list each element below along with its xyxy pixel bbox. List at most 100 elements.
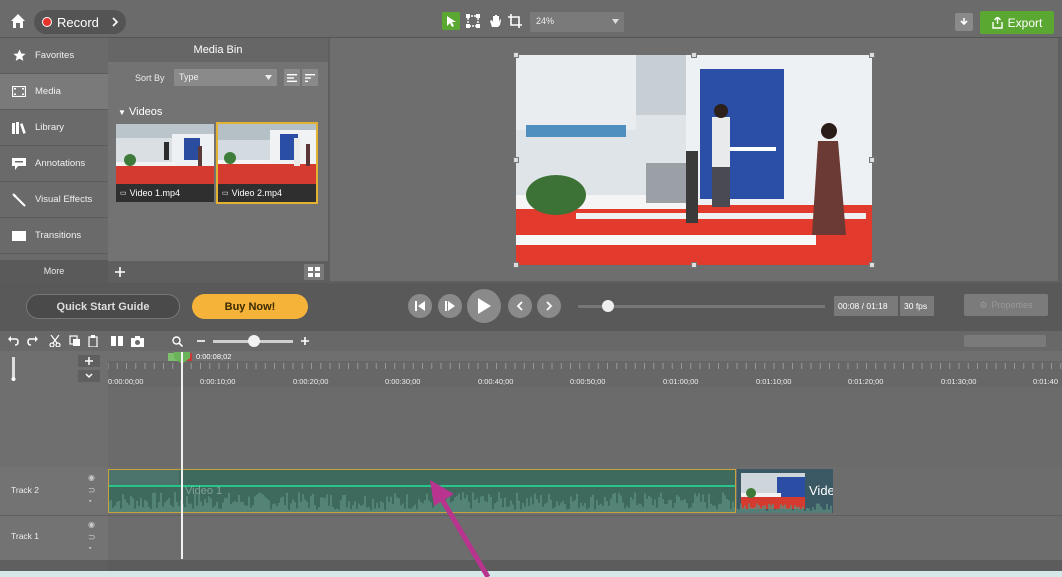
- tick-label: 0:00:00;00: [108, 377, 144, 386]
- star-icon: [11, 49, 27, 63]
- paste-icon[interactable]: [86, 334, 100, 348]
- lock-icon[interactable]: ⊃: [88, 485, 96, 496]
- track-2-header[interactable]: Track 2 ◉ ⊃ ▪: [0, 467, 108, 515]
- zoom-select[interactable]: 24%: [530, 12, 624, 32]
- media-clip-video-2[interactable]: ▭ Video 2.mp4: [216, 122, 318, 204]
- track-1-header[interactable]: Track 1 ◉ ⊃ ▪: [0, 516, 108, 560]
- buy-now-button[interactable]: Buy Now!: [192, 294, 308, 319]
- track-header-empty: [0, 387, 108, 467]
- film-icon: [11, 85, 27, 99]
- lock-icon[interactable]: ⊃: [88, 532, 96, 543]
- copy-icon[interactable]: [68, 334, 82, 348]
- clip-name: Video 2.mp4: [231, 188, 282, 198]
- add-track-button[interactable]: [78, 355, 100, 367]
- timeline-scroll-overview[interactable]: [964, 335, 1046, 347]
- more-button[interactable]: More: [0, 260, 108, 283]
- sidebar-item-annotations[interactable]: Annotations: [0, 146, 108, 182]
- solo-icon[interactable]: ▪: [89, 545, 91, 552]
- timeline-clip-video-2[interactable]: Vide: [737, 469, 833, 513]
- plus-icon: [85, 357, 93, 365]
- resize-handle[interactable]: [691, 262, 697, 268]
- film-icon: ▭: [120, 190, 127, 197]
- step-back-button[interactable]: [408, 294, 432, 318]
- resize-handle[interactable]: [513, 262, 519, 268]
- media-bin-title: Media Bin: [108, 38, 328, 62]
- annotation-arrow-icon: [430, 480, 491, 577]
- list-view-button[interactable]: [284, 69, 300, 86]
- resize-handle[interactable]: [691, 52, 697, 58]
- sidebar-item-media[interactable]: Media: [0, 74, 108, 110]
- tick-label: 0:01:10;00: [756, 377, 792, 386]
- pan-tool-button[interactable]: [486, 12, 504, 30]
- track-1-row[interactable]: [108, 516, 1062, 560]
- sidebar-item-label: Favorites: [35, 50, 75, 61]
- camera-icon[interactable]: [130, 334, 144, 348]
- resize-handle[interactable]: [869, 262, 875, 268]
- track-height-icon[interactable]: [10, 357, 22, 381]
- eye-icon[interactable]: ◉: [88, 520, 95, 529]
- quick-start-guide-button[interactable]: Quick Start Guide: [26, 294, 180, 319]
- media-clip-video-1[interactable]: ▭ Video 1.mp4: [116, 124, 214, 202]
- video-frame[interactable]: [516, 55, 872, 265]
- record-options-button[interactable]: [104, 10, 126, 34]
- scrubber-track[interactable]: [578, 305, 825, 308]
- track-options-button[interactable]: [78, 370, 100, 382]
- fps-display: 30 fps: [900, 296, 934, 316]
- sort-order-button[interactable]: [302, 69, 318, 86]
- sort-icon: [305, 73, 315, 82]
- export-button[interactable]: Export: [980, 11, 1054, 34]
- download-button[interactable]: [955, 13, 973, 31]
- video-thumbnail: [116, 124, 214, 184]
- play-button[interactable]: [467, 289, 501, 323]
- cursor-icon: [447, 16, 456, 27]
- clip-caption: ▭ Video 2.mp4: [218, 184, 316, 202]
- clip-label: Vide: [809, 483, 833, 498]
- chevron-down-icon: [612, 19, 619, 24]
- sidebar-item-visual-effects[interactable]: Visual Effects: [0, 182, 108, 218]
- zoom-out-icon[interactable]: [194, 334, 208, 348]
- list-icon: [287, 73, 297, 82]
- crop-edit-tool-button[interactable]: [464, 12, 482, 30]
- step-forward-button[interactable]: [438, 294, 462, 318]
- crop-icon: [508, 14, 522, 28]
- cut-icon[interactable]: [48, 334, 62, 348]
- solo-icon[interactable]: ▪: [89, 498, 91, 505]
- properties-button[interactable]: ⚙ Properties: [964, 294, 1048, 316]
- resize-handle[interactable]: [513, 52, 519, 58]
- grid-view-button[interactable]: [304, 264, 324, 280]
- tick-label: 0:00:50;00: [570, 377, 606, 386]
- select-tool-button[interactable]: [442, 12, 460, 30]
- eye-icon[interactable]: ◉: [88, 473, 95, 482]
- redo-icon[interactable]: [26, 334, 40, 348]
- timeline-ruler[interactable]: 0:00:00;00 0:00:10;00 0:00:20;00 0:00:30…: [108, 351, 1062, 387]
- video-frame-image: [516, 55, 872, 265]
- previous-button[interactable]: [508, 294, 532, 318]
- sidebar-item-favorites[interactable]: Favorites: [0, 38, 108, 74]
- undo-icon[interactable]: [6, 334, 20, 348]
- video-thumbnail: [218, 124, 316, 184]
- crop-tool-button[interactable]: [506, 12, 524, 30]
- split-icon[interactable]: [110, 334, 124, 348]
- empty-track-area[interactable]: [108, 387, 1062, 467]
- scrubber-knob[interactable]: [602, 300, 614, 312]
- home-icon[interactable]: [10, 13, 26, 29]
- zoom-search-icon[interactable]: [170, 334, 184, 348]
- zoom-in-icon[interactable]: [298, 334, 312, 348]
- preview-canvas[interactable]: [330, 38, 1058, 281]
- tick-label: 0:01:40: [1033, 377, 1059, 386]
- gear-icon: ⚙: [979, 299, 988, 310]
- time-display: 00:08 / 01:18: [834, 296, 898, 316]
- resize-handle[interactable]: [869, 52, 875, 58]
- chevron-down-icon: [265, 75, 272, 80]
- videos-section-header[interactable]: ▼ Videos: [118, 106, 162, 118]
- resize-handle[interactable]: [869, 157, 875, 163]
- add-media-button[interactable]: [112, 264, 128, 280]
- sidebar-item-library[interactable]: Library: [0, 110, 108, 146]
- timeline-zoom-slider-knob[interactable]: [248, 335, 260, 347]
- sort-by-select[interactable]: Type: [174, 69, 277, 86]
- sidebar-item-label: Annotations: [35, 158, 86, 169]
- next-button[interactable]: [537, 294, 561, 318]
- resize-handle[interactable]: [513, 157, 519, 163]
- sidebar-item-transitions[interactable]: Transitions: [0, 218, 108, 254]
- media-bin-panel: Media Bin Sort By Type ▼ Videos ▭ Video …: [108, 38, 328, 283]
